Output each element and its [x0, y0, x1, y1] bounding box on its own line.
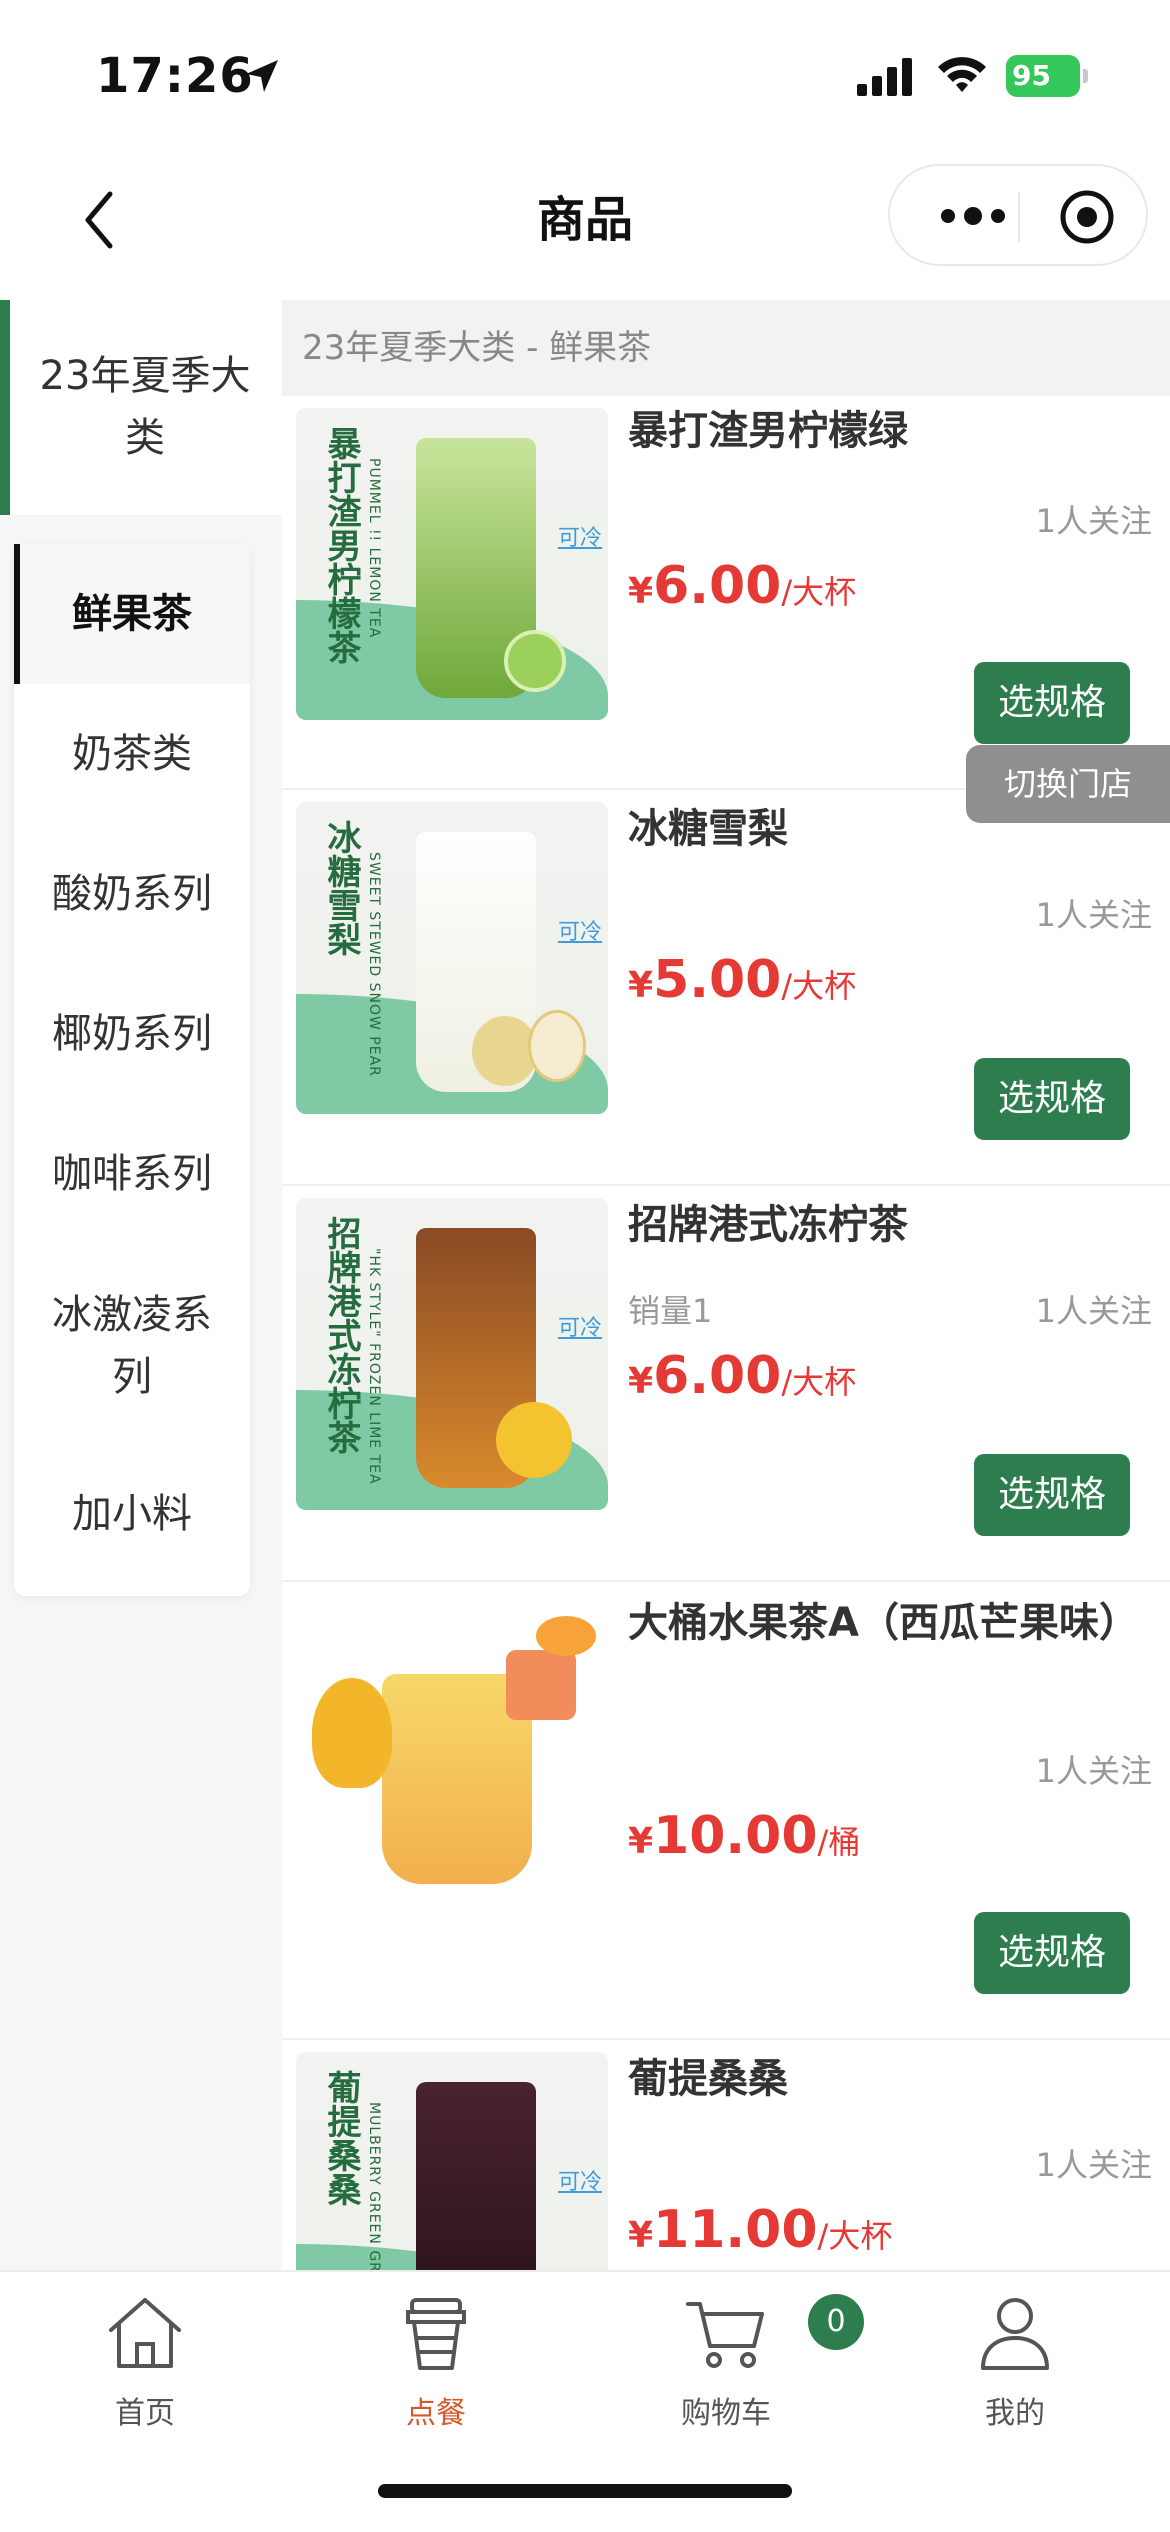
subcategory-item-coffee[interactable]: 咖啡系列 — [14, 1104, 250, 1244]
cellular-signal-icon — [857, 58, 912, 96]
product-price: ¥5.00/大杯 — [628, 950, 857, 1010]
product-price: ¥11.00/大杯 — [628, 2200, 893, 2260]
miniprogram-capsule — [888, 164, 1148, 266]
status-bar: 17:26 95 — [0, 0, 1170, 150]
product-price: ¥6.00/大杯 — [628, 1346, 857, 1406]
cup-icon — [406, 2298, 466, 2370]
tab-me[interactable]: 我的 — [915, 2290, 1115, 2432]
product-card[interactable]: 大桶水果茶A（西瓜芒果味） 1人关注 ¥10.00/桶 选规格 — [282, 1582, 1170, 2040]
can-be-cold-tag: 可冷 — [558, 1316, 603, 1341]
cart-count-badge: 0 — [808, 2294, 864, 2350]
switch-store-button[interactable]: 切换门店 — [966, 745, 1170, 823]
category-group[interactable]: 23年夏季大类 — [0, 300, 282, 515]
user-icon — [981, 2298, 1049, 2370]
tab-order[interactable]: 点餐 — [336, 2290, 536, 2432]
follow-count: 1人关注 — [1035, 2146, 1152, 2184]
product-price: ¥6.00/大杯 — [628, 556, 857, 616]
select-spec-button[interactable]: 选规格 — [974, 1058, 1130, 1140]
tab-home-label: 首页 — [115, 2396, 175, 2431]
select-spec-button[interactable]: 选规格 — [974, 1912, 1130, 1994]
location-arrow-icon — [246, 60, 278, 92]
status-time: 17:26 — [96, 48, 254, 104]
select-spec-button[interactable]: 选规格 — [974, 662, 1130, 744]
product-name: 暴打渣男柠檬绿 — [628, 408, 908, 454]
section-header: 23年夏季大类 - 鲜果茶 — [282, 300, 1170, 396]
follow-count: 1人关注 — [1035, 502, 1152, 540]
subcategory-list: 鲜果茶 奶茶类 酸奶系列 椰奶系列 咖啡系列 冰激凌系列 加小料 — [14, 544, 250, 1596]
follow-count: 1人关注 — [1035, 896, 1152, 934]
home-icon — [109, 2298, 181, 2368]
more-options-icon[interactable] — [928, 196, 1018, 236]
subcategory-item-milk-tea[interactable]: 奶茶类 — [14, 684, 250, 824]
tab-me-label: 我的 — [985, 2396, 1045, 2431]
select-spec-button[interactable]: 选规格 — [974, 1454, 1130, 1536]
subcategory-item-fresh-fruit-tea[interactable]: 鲜果茶 — [14, 544, 250, 684]
product-image[interactable]: 暴打渣男柠檬茶 PUMMEL !! LEMON TEA 可冷 — [296, 408, 608, 720]
product-name: 葡提桑桑 — [628, 2056, 788, 2102]
home-indicator — [378, 2484, 792, 2498]
cart-icon — [686, 2302, 764, 2368]
battery-indicator: 95 — [1006, 55, 1088, 97]
can-be-cold-tag: 可冷 — [558, 920, 603, 945]
product-name: 大桶水果茶A（西瓜芒果味） — [628, 1600, 1139, 1646]
product-card[interactable]: 冰糖雪梨 SWEET STEWED SNOW PEAR 可冷 冰糖雪梨 1人关注… — [282, 790, 1170, 1186]
tab-cart-label: 购物车 — [681, 2396, 771, 2431]
subcategory-item-coconut-milk[interactable]: 椰奶系列 — [14, 964, 250, 1104]
sales-count: 销量1 — [628, 1292, 713, 1330]
follow-count: 1人关注 — [1035, 1752, 1152, 1790]
can-be-cold-tag: 可冷 — [558, 2170, 603, 2195]
subcategory-item-ice-cream[interactable]: 冰激凌系列 — [14, 1256, 250, 1436]
category-sidebar: 23年夏季大类 鲜果茶 奶茶类 酸奶系列 椰奶系列 咖啡系列 冰激凌系列 加小料 — [0, 300, 282, 2270]
product-card[interactable]: 暴打渣男柠檬茶 PUMMEL !! LEMON TEA 可冷 暴打渣男柠檬绿 1… — [282, 396, 1170, 790]
subcategory-item-yogurt[interactable]: 酸奶系列 — [14, 824, 250, 964]
battery-level: 95 — [1012, 59, 1051, 92]
product-list: 23年夏季大类 - 鲜果茶 暴打渣男柠檬茶 PUMMEL !! LEMON TE… — [282, 300, 1170, 2364]
product-image[interactable]: 冰糖雪梨 SWEET STEWED SNOW PEAR 可冷 — [296, 802, 608, 1114]
product-image[interactable]: 招牌港式冻柠茶 "HK STYLE" FROZEN LIME TEA 可冷 — [296, 1198, 608, 1510]
product-name: 招牌港式冻柠茶 — [628, 1202, 908, 1248]
product-image[interactable] — [296, 1594, 608, 1906]
tab-home[interactable]: 首页 — [45, 2290, 245, 2432]
category-group-label: 23年夏季大类 — [39, 353, 251, 461]
can-be-cold-tag: 可冷 — [558, 526, 603, 551]
nav-bar: 商品 — [0, 150, 1170, 300]
tab-cart[interactable]: 购物车 — [626, 2290, 826, 2432]
follow-count: 1人关注 — [1035, 1292, 1152, 1330]
wifi-icon — [938, 57, 986, 92]
close-miniprogram-icon[interactable] — [1058, 188, 1116, 246]
tab-order-label: 点餐 — [406, 2396, 466, 2431]
product-price: ¥10.00/桶 — [628, 1806, 861, 1866]
subcategory-item-toppings[interactable]: 加小料 — [14, 1444, 250, 1584]
product-card[interactable]: 招牌港式冻柠茶 "HK STYLE" FROZEN LIME TEA 可冷 招牌… — [282, 1186, 1170, 1582]
